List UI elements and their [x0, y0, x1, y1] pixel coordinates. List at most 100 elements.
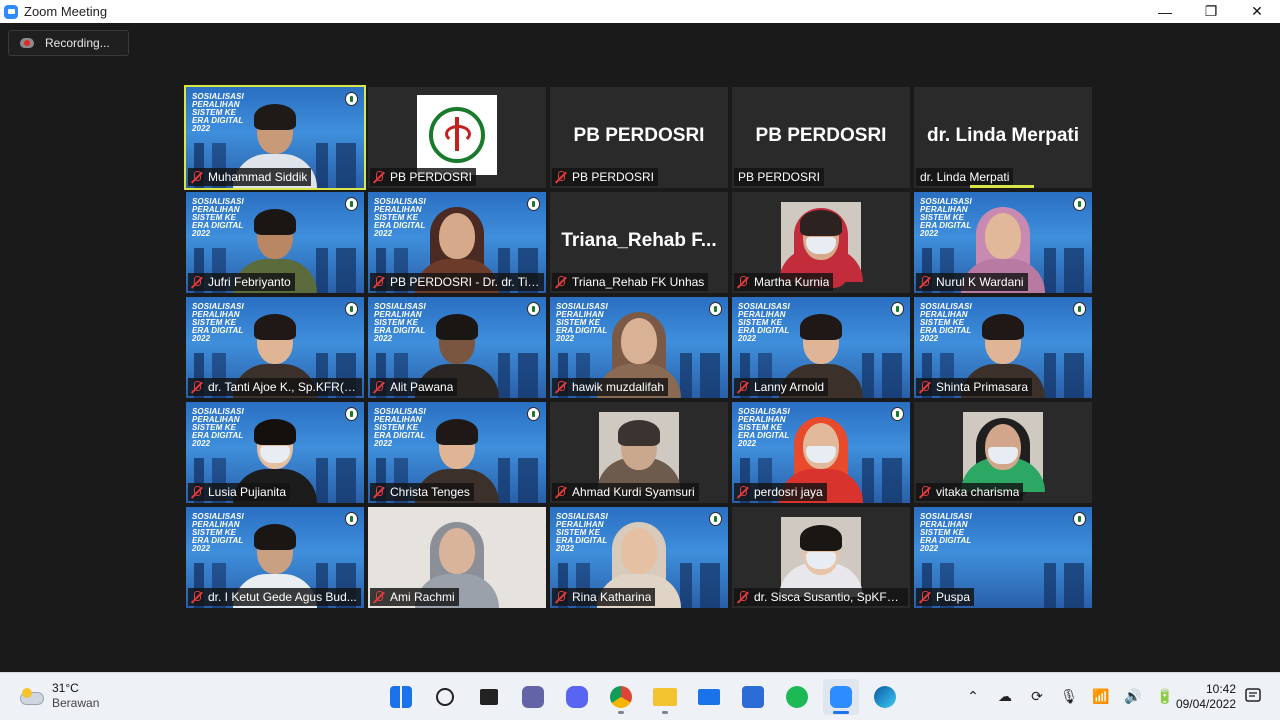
- participant-tile[interactable]: SOSIALISASI PERALIHAN SISTEM KE ERA DIGITAL…: [368, 297, 546, 398]
- perdosri-logo-icon: [345, 407, 358, 421]
- participant-tile[interactable]: PB PERDOSRI: [368, 87, 546, 188]
- participant-name: Triana_Rehab FK Unhas: [572, 275, 705, 289]
- recording-indicator[interactable]: Recording...: [8, 30, 129, 56]
- meeting-area: Recording... SOSIALISASI PERALIHAN SISTEM …: [0, 23, 1280, 672]
- participant-name: Puspa: [936, 590, 971, 604]
- muted-microphone-icon: [190, 590, 204, 604]
- participant-name-tag: Jufri Febriyanto: [188, 273, 295, 291]
- participant-tile[interactable]: SOSIALISASI PERALIHAN SISTEM KE ERA DIGITAL…: [186, 402, 364, 503]
- participant-tile[interactable]: SOSIALISASI PERALIHAN SISTEM KE ERA DIGITAL…: [186, 507, 364, 608]
- participant-name: dr. Sisca Susantio, SpKFR(...: [754, 590, 904, 604]
- participant-tile[interactable]: SOSIALISASI PERALIHAN SISTEM KE ERA DIGITAL…: [732, 402, 910, 503]
- cloudy-weather-icon: [20, 688, 44, 705]
- perdosri-logo-icon: [1073, 302, 1086, 316]
- participant-name: dr. I Ketut Gede Agus Bud...: [208, 590, 357, 604]
- muted-microphone-icon: [554, 170, 568, 184]
- muted-microphone-icon: [918, 275, 932, 289]
- participant-tile[interactable]: SOSIALISASI PERALIHAN SISTEM KE ERA DIGITAL…: [914, 192, 1092, 293]
- notification-icon[interactable]: [1244, 687, 1262, 705]
- zoom-app-icon: [4, 4, 18, 19]
- taskbar-microsoft-store-icon[interactable]: [735, 679, 771, 715]
- participant-tile[interactable]: PB PERDOSRI PB PERDOSRI: [732, 87, 910, 188]
- close-button[interactable]: ✕: [1234, 0, 1280, 23]
- participant-name: PB PERDOSRI: [390, 170, 473, 184]
- taskbar-discord-icon[interactable]: [559, 679, 595, 715]
- muted-microphone-icon: [918, 590, 932, 604]
- participant-name-tag: Martha Kurnia: [734, 273, 834, 291]
- participant-tile[interactable]: SOSIALISASI PERALIHAN SISTEM KE ERA DIGITAL…: [550, 507, 728, 608]
- participant-tile[interactable]: vitaka charisma: [914, 402, 1092, 503]
- minimize-button[interactable]: —: [1142, 0, 1188, 23]
- participant-tile[interactable]: SOSIALISASI PERALIHAN SISTEM KE ERA DIGITAL…: [368, 402, 546, 503]
- participant-display-name: dr. Linda Merpati: [926, 125, 1080, 146]
- perdosri-logo-icon: [1073, 197, 1086, 211]
- taskbar-zoom-icon[interactable]: [823, 679, 859, 715]
- participant-video: [779, 202, 863, 288]
- participant-tile[interactable]: SOSIALISASI PERALIHAN SISTEM KE ERA DIGITAL…: [186, 192, 364, 293]
- participant-tile[interactable]: Triana_Rehab F... Triana_Rehab FK Unhas: [550, 192, 728, 293]
- participant-video: [779, 202, 863, 288]
- muted-microphone-icon: [736, 590, 750, 604]
- weather-widget[interactable]: 31°C Berawan: [20, 681, 99, 711]
- participant-name-tag: Christa Tenges: [370, 483, 474, 501]
- participant-name: dr. Tanti Ajoe K., Sp.KFR(K...: [208, 380, 358, 394]
- taskbar-clock[interactable]: 10:42 09/04/2022: [1168, 682, 1236, 712]
- participant-name-tag: Shinta Primasara: [916, 378, 1033, 396]
- participant-name-tag: Lusia Pujianita: [188, 483, 291, 501]
- participant-name-tag: Ami Rachmi: [370, 588, 459, 606]
- muted-microphone-icon: [372, 590, 386, 604]
- perdosri-logo-icon: [345, 512, 358, 526]
- microphone-icon[interactable]: 🎙: [1058, 685, 1080, 707]
- participant-tile[interactable]: Ahmad Kurdi Syamsuri: [550, 402, 728, 503]
- taskbar-mail-icon[interactable]: [691, 679, 727, 715]
- wifi-icon[interactable]: 📶: [1090, 685, 1112, 707]
- volume-icon[interactable]: 🔊: [1122, 685, 1144, 707]
- taskbar-search-icon[interactable]: [427, 679, 463, 715]
- sync-icon[interactable]: ⟳: [1026, 685, 1048, 707]
- muted-microphone-icon: [736, 380, 750, 394]
- taskbar-task-view-icon[interactable]: [471, 679, 507, 715]
- participant-tile[interactable]: SOSIALISASI PERALIHAN SISTEM KE ERA DIGITAL…: [914, 297, 1092, 398]
- participant-tile[interactable]: SOSIALISASI PERALIHAN SISTEM KE ERA DIGITAL…: [186, 297, 364, 398]
- perdosri-logo-icon: [527, 302, 540, 316]
- participant-name-tag: Triana_Rehab FK Unhas: [552, 273, 709, 291]
- taskbar-edge-icon[interactable]: [867, 679, 903, 715]
- taskbar-spotify-icon[interactable]: [779, 679, 815, 715]
- participant-tile[interactable]: PB PERDOSRI PB PERDOSRI: [550, 87, 728, 188]
- participant-name: Lanny Arnold: [754, 380, 825, 394]
- chevron-up-icon[interactable]: ⌃: [962, 685, 984, 707]
- participant-name: Jufri Febriyanto: [208, 275, 291, 289]
- muted-microphone-icon: [554, 380, 568, 394]
- taskbar-chrome-icon[interactable]: [603, 679, 639, 715]
- participant-name: Alit Pawana: [390, 380, 454, 394]
- participant-name: PB PERDOSRI: [738, 170, 821, 184]
- participant-name-tag: PB PERDOSRI: [552, 168, 659, 186]
- participant-tile[interactable]: SOSIALISASI PERALIHAN SISTEM KE ERA DIGITAL…: [368, 192, 546, 293]
- participant-display-name: PB PERDOSRI: [755, 125, 887, 146]
- taskbar-apps: [383, 679, 903, 715]
- participant-tile[interactable]: dr. Linda Merpati dr. Linda Merpati: [914, 87, 1092, 188]
- taskbar-windows-start-icon[interactable]: [383, 679, 419, 715]
- recording-label: Recording...: [45, 36, 110, 50]
- participant-tile[interactable]: dr. Sisca Susantio, SpKFR(...: [732, 507, 910, 608]
- muted-microphone-icon: [736, 485, 750, 499]
- participant-tile[interactable]: SOSIALISASI PERALIHAN SISTEM KE ERA DIGITAL…: [550, 297, 728, 398]
- taskbar-file-explorer-icon[interactable]: [647, 679, 683, 715]
- taskbar-teams-chat-icon[interactable]: [515, 679, 551, 715]
- participant-tile[interactable]: SOSIALISASI PERALIHAN SISTEM KE ERA DIGITAL…: [914, 507, 1092, 608]
- muted-microphone-icon: [372, 275, 386, 289]
- participant-name-tag: PB PERDOSRI: [734, 168, 825, 186]
- participant-tile[interactable]: Martha Kurnia: [732, 192, 910, 293]
- participant-name: Muhammad Siddik: [208, 170, 308, 184]
- participant-tile[interactable]: Ami Rachmi: [368, 507, 546, 608]
- taskbar: 31°C Berawan ⌃ ☁ ⟳ 🎙 📶 🔊 🔋 10:42 09/04/2…: [0, 672, 1280, 720]
- onedrive-cloud-icon[interactable]: ☁: [994, 685, 1016, 707]
- maximize-button[interactable]: ❐: [1188, 0, 1234, 23]
- slide-title-line: 2022: [920, 544, 939, 553]
- participant-name: dr. Linda Merpati: [920, 170, 1010, 184]
- participant-tile[interactable]: SOSIALISASI PERALIHAN SISTEM KE ERA DIGITAL…: [732, 297, 910, 398]
- participant-name: Ami Rachmi: [390, 590, 455, 604]
- participant-tile[interactable]: SOSIALISASI PERALIHAN SISTEM KE ERA DIGITAL…: [184, 85, 366, 190]
- participant-name: vitaka charisma: [936, 485, 1020, 499]
- window-titlebar: Zoom Meeting — ❐ ✕: [0, 0, 1280, 23]
